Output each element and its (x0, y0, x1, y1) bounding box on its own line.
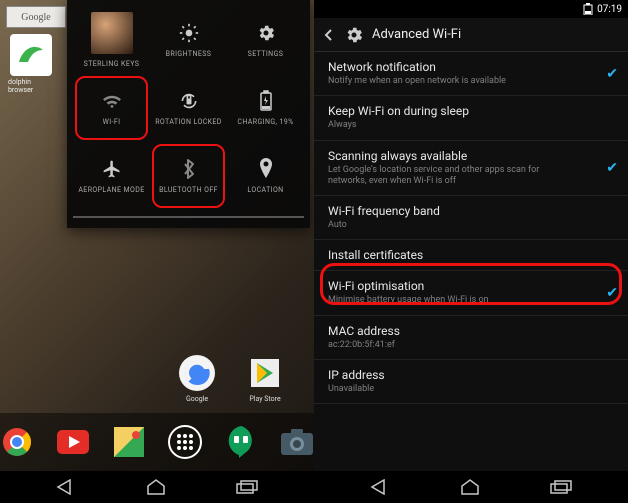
dock (0, 413, 314, 471)
dock-hangouts[interactable] (224, 425, 258, 459)
shortcut-google-label: Google (186, 395, 208, 403)
row-frequency-band[interactable]: Wi-Fi frequency band Auto (314, 196, 628, 240)
shortcut-google[interactable]: Google (172, 353, 222, 403)
gear-icon (255, 22, 277, 44)
wifi-icon (101, 90, 123, 112)
battery-icon (255, 90, 277, 112)
row-subtitle: Let Google's location service and other … (328, 165, 578, 188)
google-search-widget[interactable]: Google (6, 6, 66, 28)
tile-brightness[interactable]: BRIGHTNESS (150, 6, 227, 74)
row-subtitle: Notify me when an open network is availa… (328, 76, 578, 87)
tile-aeroplane[interactable]: AEROPLANE MODE (73, 142, 150, 210)
rotation-label: ROTATION LOCKED (155, 118, 222, 126)
home-shortcuts: Google Play Store (172, 353, 290, 403)
row-wifi-optimisation[interactable]: Wi-Fi optimisation Minimise battery usag… (314, 271, 628, 315)
recents-icon[interactable] (550, 480, 572, 494)
tile-settings[interactable]: SETTINGS (227, 6, 304, 74)
dock-maps[interactable] (112, 425, 146, 459)
home-icon[interactable] (146, 479, 166, 495)
row-subtitle: ac:22:0b:5f:41:ef (328, 340, 578, 351)
back-icon[interactable] (370, 479, 390, 495)
avatar (91, 12, 133, 54)
shortcut-play-label: Play Store (249, 395, 280, 403)
right-screen: 07:19 Advanced Wi-Fi Network notificatio… (314, 0, 628, 503)
dock-camera[interactable] (280, 425, 314, 459)
row-subtitle: Always (328, 120, 578, 131)
row-title: Scanning always available (328, 149, 616, 163)
back-icon[interactable] (56, 479, 76, 495)
recents-icon[interactable] (236, 480, 258, 494)
home-icon[interactable] (460, 479, 480, 495)
settings-label: SETTINGS (248, 50, 284, 58)
clock: 07:19 (597, 4, 622, 15)
row-title: Wi-Fi optimisation (328, 279, 616, 293)
wifi-label: WI-FI (103, 118, 121, 126)
app-shortcut-dolphin[interactable]: dolphin browser (8, 34, 54, 94)
row-mac-address[interactable]: MAC address ac:22:0b:5f:41:ef (314, 316, 628, 360)
dock-chrome[interactable] (0, 425, 34, 459)
system-nav-left (0, 471, 314, 503)
location-label: LOCATION (247, 186, 283, 194)
shortcut-play[interactable]: Play Store (240, 353, 290, 403)
panel-divider (73, 216, 304, 218)
row-ip-address[interactable]: IP address Unavailable (314, 360, 628, 404)
tile-bluetooth[interactable]: BLUETOOTH OFF (150, 142, 227, 210)
settings-list[interactable]: Network notification Notify me when an o… (314, 52, 628, 471)
tile-wifi[interactable]: WI-FI (73, 74, 150, 142)
tile-rotation[interactable]: ROTATION LOCKED (150, 74, 227, 142)
row-title: Keep Wi-Fi on during sleep (328, 104, 616, 118)
row-subtitle: Auto (328, 220, 578, 231)
tile-charging[interactable]: CHARGING, 19% (227, 74, 304, 142)
system-nav-right (314, 471, 628, 503)
row-title: Install certificates (328, 248, 616, 262)
page-title: Advanced Wi-Fi (372, 27, 461, 42)
google-label: Google (21, 12, 50, 23)
checkbox-checked-icon[interactable]: ✔ (606, 66, 618, 82)
rotation-lock-icon (178, 90, 200, 112)
checkbox-checked-icon[interactable]: ✔ (606, 160, 618, 176)
battery-status-icon (583, 3, 593, 15)
status-bar: 07:19 (314, 0, 628, 18)
row-subtitle: Unavailable (328, 384, 578, 395)
play-store-icon (245, 353, 285, 393)
location-icon (255, 158, 277, 180)
dock-youtube[interactable] (56, 425, 90, 459)
row-network-notification[interactable]: Network notification Notify me when an o… (314, 52, 628, 96)
tile-location[interactable]: LOCATION (227, 142, 304, 210)
checkbox-checked-icon[interactable]: ✔ (606, 285, 618, 301)
row-subtitle: Minimise battery usage when Wi-Fi is on (328, 295, 578, 306)
row-title: MAC address (328, 324, 616, 338)
chevron-left-icon (322, 28, 336, 42)
bluetooth-icon (178, 158, 200, 180)
airplane-icon (101, 158, 123, 180)
user-label: STERLING KEYS (84, 60, 140, 68)
quick-settings-panel: STERLING KEYS BRIGHTNESS SETTINGS (67, 0, 310, 228)
charging-label: CHARGING, 19% (237, 118, 293, 126)
brightness-label: BRIGHTNESS (166, 50, 212, 58)
aeroplane-label: AEROPLANE MODE (78, 186, 144, 194)
dolphin-icon (10, 34, 52, 76)
row-keep-wifi-on[interactable]: Keep Wi-Fi on during sleep Always (314, 96, 628, 140)
row-title: IP address (328, 368, 616, 382)
google-icon (177, 353, 217, 393)
gear-icon (344, 25, 364, 45)
row-title: Wi-Fi frequency band (328, 204, 616, 218)
dock-apps[interactable] (168, 425, 202, 459)
tile-user[interactable]: STERLING KEYS (73, 6, 150, 74)
bluetooth-label: BLUETOOTH OFF (159, 186, 218, 194)
app-shortcut-label: dolphin browser (8, 78, 54, 94)
row-install-certificates[interactable]: Install certificates (314, 240, 628, 271)
left-screen: Google dolphin browser STERLING KEYS BRI… (0, 0, 314, 503)
row-scanning-available[interactable]: Scanning always available Let Google's l… (314, 141, 628, 197)
row-title: Network notification (328, 60, 616, 74)
brightness-icon (178, 22, 200, 44)
settings-header[interactable]: Advanced Wi-Fi (314, 18, 628, 52)
